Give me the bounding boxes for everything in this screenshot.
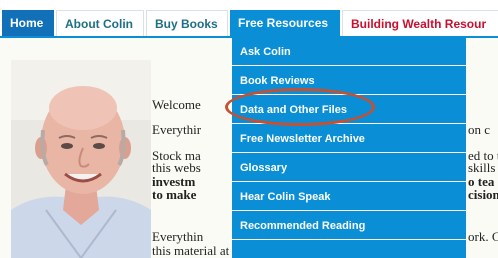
top-nav: Home About Colin Buy Books Free Resource… [0, 0, 498, 36]
paragraph-3-left: this webs [152, 160, 201, 175]
paragraph-5-right: cision [468, 187, 498, 202]
free-resources-dropdown: Ask Colin Book Reviews Data and Other Fi… [232, 38, 466, 258]
nav-building-wealth[interactable]: Building Wealth Resour [342, 10, 498, 36]
paragraph-6-left: Everythin [152, 229, 204, 244]
nav-free-resources[interactable]: Free Resources [230, 10, 340, 36]
paragraph-1-right: on c [468, 122, 491, 137]
nav-home[interactable]: Home [2, 10, 54, 36]
nav-about-colin[interactable]: About Colin [56, 10, 144, 36]
menu-item-newsletter-archive[interactable]: Free Newsletter Archive [232, 125, 466, 153]
menu-item-hear-colin-speak[interactable]: Hear Colin Speak [232, 183, 466, 211]
paragraph-5-left: to make [152, 187, 197, 202]
menu-item-ask-colin[interactable]: Ask Colin [232, 38, 466, 66]
menu-item-recommended-reading[interactable]: Recommended Reading [232, 212, 466, 240]
nav-buy-books[interactable]: Buy Books [146, 10, 228, 36]
author-photo [11, 60, 151, 258]
paragraph-6-right: ork. C [468, 229, 498, 244]
welcome-text: Welcome [152, 97, 201, 112]
highlight-circle [225, 88, 375, 126]
menu-item-glossary[interactable]: Glossary [232, 154, 466, 182]
paragraph-1-left: Everythir [152, 122, 202, 137]
paragraph-3-right: skills [468, 160, 496, 175]
